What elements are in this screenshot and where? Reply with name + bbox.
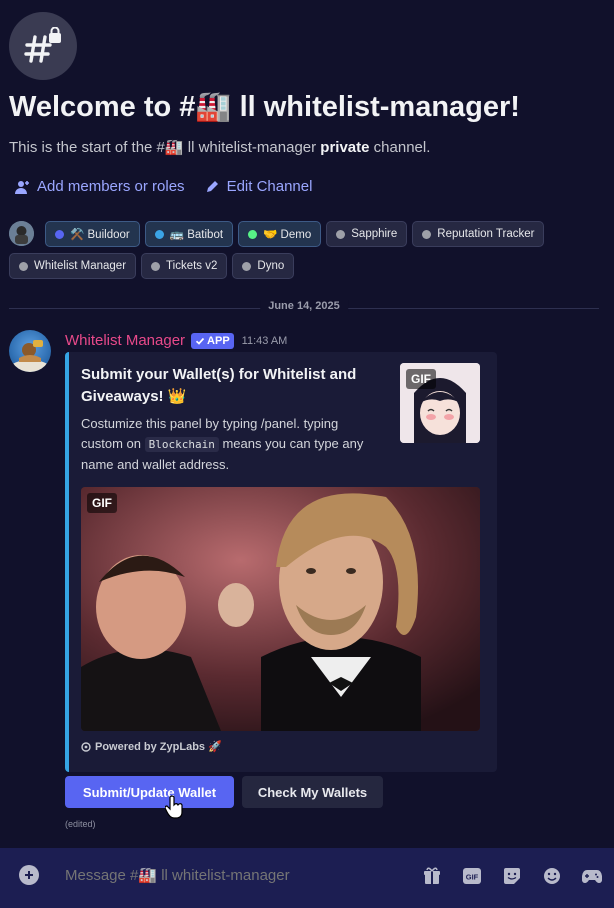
hand-pointer-cursor-icon bbox=[165, 795, 183, 819]
emoji-icon[interactable] bbox=[540, 865, 564, 887]
embed-title: Submit your Wallet(s) for Whitelist and … bbox=[81, 366, 357, 405]
gif-tag: GIF bbox=[87, 493, 117, 513]
bot-chip[interactable]: 🤝 Demo bbox=[238, 221, 322, 247]
bot-chip[interactable]: 🚌 Batibot bbox=[144, 221, 234, 247]
edit-channel-button[interactable]: Edit Channel bbox=[205, 178, 313, 195]
add-user-icon bbox=[15, 180, 29, 194]
channel-actions: Add members or roles Edit Channel bbox=[14, 178, 312, 195]
composer-icons: GIF bbox=[420, 865, 604, 887]
edited-label: (edited) bbox=[65, 819, 96, 829]
embed-thumbnail-gif[interactable]: GIF bbox=[400, 363, 480, 443]
status-dot bbox=[242, 261, 252, 271]
avatar[interactable] bbox=[9, 330, 51, 372]
bot-chip[interactable]: Sapphire bbox=[326, 221, 408, 247]
date-divider: June 14, 2025 bbox=[9, 300, 599, 312]
channel-welcome-title: Welcome to #🏭 ll whitelist-manager! bbox=[9, 91, 520, 123]
gift-icon[interactable] bbox=[420, 865, 444, 887]
gif-tag: GIF bbox=[406, 369, 436, 389]
message-input[interactable] bbox=[65, 864, 395, 886]
check-my-wallets-button[interactable]: Check My Wallets bbox=[242, 776, 383, 808]
status-dot bbox=[19, 261, 28, 271]
zyplabs-logo-icon bbox=[81, 741, 91, 752]
inline-code: Blockchain bbox=[144, 437, 219, 452]
add-members-button[interactable]: Add members or roles bbox=[14, 178, 185, 195]
embed-footer-text: Powered by ZypLabs 🚀 bbox=[95, 741, 222, 753]
bot-chip-label: Reputation Tracker bbox=[437, 228, 535, 240]
message-author[interactable]: Whitelist Manager bbox=[65, 332, 185, 349]
intro-bold: private bbox=[320, 139, 370, 156]
bot-avatar[interactable] bbox=[9, 221, 34, 246]
add-attachment-button[interactable] bbox=[19, 865, 39, 885]
status-dot bbox=[336, 229, 346, 239]
sticker-icon[interactable] bbox=[500, 865, 524, 887]
pencil-icon bbox=[206, 181, 218, 192]
message-composer: GIF bbox=[0, 848, 614, 908]
submit-update-wallet-button[interactable]: Submit/Update Wallet bbox=[65, 776, 234, 808]
embed-image-gif[interactable]: GIF bbox=[81, 487, 480, 731]
channel-members-chips: ⚒️ Buildoor 🚌 Batibot 🤝 Demo Sapphire Re… bbox=[9, 221, 609, 279]
app-badge-label: APP bbox=[207, 334, 230, 347]
message-embed: Submit your Wallet(s) for Whitelist and … bbox=[65, 352, 497, 772]
bot-chip-label: 🤝 Demo bbox=[263, 229, 312, 241]
channel-intro-text: This is the start of the #🏭 ll whitelist… bbox=[9, 138, 430, 156]
embed-description: Costumize this panel by typing /panel. t… bbox=[81, 414, 381, 475]
plus-icon bbox=[25, 871, 33, 879]
embed-footer: Powered by ZypLabs 🚀 bbox=[81, 740, 222, 753]
channel-hash-lock-icon bbox=[9, 12, 77, 80]
chat-view: Welcome to #🏭 ll whitelist-manager! This… bbox=[0, 0, 614, 908]
app-badge: APP bbox=[191, 332, 234, 349]
bot-chip[interactable]: ⚒️ Buildoor bbox=[45, 221, 140, 247]
bot-chip[interactable]: Tickets v2 bbox=[141, 253, 228, 279]
status-dot bbox=[422, 229, 432, 239]
bot-chip-label: ⚒️ Buildoor bbox=[70, 229, 130, 241]
edit-channel-label: Edit Channel bbox=[226, 178, 313, 195]
svg-text:GIF: GIF bbox=[466, 873, 479, 882]
date-divider-label: June 14, 2025 bbox=[260, 300, 348, 312]
activities-gamepad-icon[interactable] bbox=[580, 865, 604, 887]
intro-prefix: This is the start of the #🏭 ll whitelist… bbox=[9, 139, 321, 156]
gif-picker-icon[interactable]: GIF bbox=[460, 865, 484, 887]
status-dot bbox=[154, 229, 164, 239]
checkmark-icon bbox=[195, 337, 205, 345]
bot-chip-label: Tickets v2 bbox=[166, 260, 218, 272]
bot-chip[interactable]: Dyno bbox=[232, 253, 295, 279]
add-members-label: Add members or roles bbox=[37, 178, 185, 195]
message-timestamp: 11:43 AM bbox=[241, 334, 288, 347]
bot-chip-label: Whitelist Manager bbox=[34, 260, 127, 272]
bot-chip-label: 🚌 Batibot bbox=[169, 229, 224, 241]
bot-chip-label: Dyno bbox=[257, 260, 285, 272]
message-header: Whitelist Manager APP 11:43 AM bbox=[65, 332, 287, 349]
status-dot bbox=[55, 229, 64, 239]
bot-chip[interactable]: Whitelist Manager bbox=[9, 253, 137, 279]
status-dot bbox=[248, 229, 258, 239]
bot-chip[interactable]: Reputation Tracker bbox=[412, 221, 545, 247]
bot-chip-label: Sapphire bbox=[351, 228, 398, 240]
status-dot bbox=[151, 261, 161, 271]
intro-suffix: channel. bbox=[369, 139, 431, 156]
message-buttons: Submit/Update Wallet Check My Wallets bbox=[65, 776, 383, 808]
